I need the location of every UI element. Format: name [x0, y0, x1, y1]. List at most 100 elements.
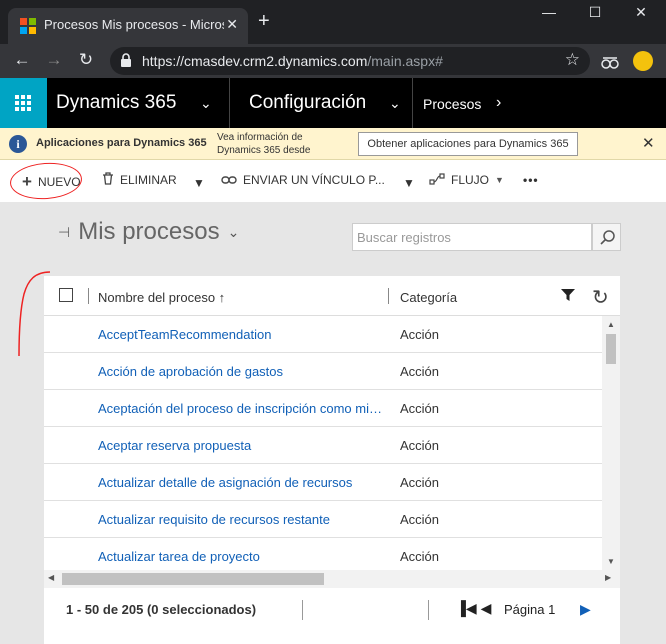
process-name-link[interactable]: Actualizar detalle de asignación de recu… — [98, 475, 388, 490]
delete-dropdown-caret-icon[interactable]: ▼ — [193, 176, 205, 190]
browser-tab[interactable]: Procesos Mis procesos - Microso ✕ — [8, 8, 248, 44]
main-content: ⊣ Mis procesos ⌄ Buscar registros Nombre… — [0, 202, 666, 644]
extension-icon[interactable] — [601, 52, 619, 75]
app-navigation-bar: Dynamics 365 ⌄ Configuración ⌄ Procesos … — [0, 78, 666, 128]
notification-bar: i Aplicaciones para Dynamics 365 Vea inf… — [0, 128, 666, 160]
column-header-name[interactable]: Nombre del proceso ↑ — [98, 290, 225, 305]
flow-button[interactable]: FLUJO ▼ — [429, 172, 504, 188]
footer-divider — [302, 600, 303, 620]
record-total: de 205 (0 seleccionados) — [102, 602, 257, 617]
pin-icon[interactable]: ⊣ — [58, 224, 70, 241]
search-icon — [600, 230, 615, 245]
table-row[interactable]: Aceptación del proceso de inscripción co… — [44, 390, 602, 427]
forward-arrow-icon[interactable]: → — [42, 50, 66, 70]
process-name-link[interactable]: Actualizar tarea de proyecto — [98, 549, 388, 564]
maximize-button[interactable]: ☐ — [580, 4, 610, 21]
flow-button-label: FLUJO — [451, 173, 490, 187]
process-category: Acción — [400, 549, 440, 564]
vertical-scrollbar[interactable]: ▲ ▼ — [602, 316, 620, 570]
process-category: Acción — [400, 475, 440, 490]
scroll-left-arrow-icon[interactable]: ◀ — [48, 573, 54, 582]
app-name[interactable]: Dynamics 365 — [56, 92, 176, 114]
view-chevron-down-icon: ⌄ — [227, 223, 240, 240]
window-close-button[interactable]: ✕ — [626, 4, 656, 21]
scroll-right-arrow-icon[interactable]: ▶ — [605, 573, 611, 582]
select-all-checkbox[interactable] — [59, 288, 73, 302]
breadcrumb-chevron-right-icon[interactable]: › — [496, 94, 501, 112]
nav-divider — [229, 78, 230, 128]
column-divider — [388, 288, 389, 304]
trash-icon — [102, 172, 114, 188]
url-path: /main.aspx# — [367, 53, 443, 69]
scrollbar-thumb[interactable] — [62, 573, 324, 585]
delete-button[interactable]: ELIMINAR — [102, 172, 177, 188]
refresh-icon[interactable]: ↻ — [592, 285, 609, 310]
search-input[interactable]: Buscar registros — [352, 223, 592, 251]
address-bar[interactable]: https://cmasdev.crm2.dynamics.com/main.a… — [110, 47, 590, 75]
red-annotation-stroke — [18, 271, 51, 357]
search-button[interactable] — [592, 223, 621, 251]
footer-divider — [428, 600, 429, 620]
table-row[interactable]: Actualizar requisito de recursos restant… — [44, 501, 602, 538]
notification-title: Aplicaciones para Dynamics 365 — [36, 137, 207, 149]
minimize-button[interactable]: — — [534, 4, 564, 20]
back-arrow-icon[interactable]: ← — [10, 50, 34, 70]
process-category: Acción — [400, 327, 440, 342]
filter-icon[interactable] — [560, 288, 576, 306]
grid-footer: 1 - 50 de 205 (0 seleccionados) ▐◀ ◀ Pág… — [44, 588, 620, 644]
get-apps-button[interactable]: Obtener aplicaciones para Dynamics 365 — [358, 132, 578, 156]
table-row[interactable]: Acción de aprobación de gastos Acción — [44, 353, 602, 390]
browser-toolbar: ← → ↻ https://cmasdev.crm2.dynamics.com/… — [0, 44, 666, 78]
horizontal-scrollbar[interactable]: ◀ ▶ — [44, 570, 620, 588]
process-name-link[interactable]: Aceptar reserva propuesta — [98, 438, 388, 453]
send-link-dropdown-caret-icon[interactable]: ▼ — [403, 176, 415, 190]
flow-icon — [429, 172, 445, 188]
link-icon — [221, 172, 237, 188]
tab-close-icon[interactable]: ✕ — [226, 16, 238, 33]
process-name-link[interactable]: Acción de aprobación de gastos — [98, 364, 388, 379]
reload-icon[interactable]: ↻ — [74, 50, 98, 70]
column-divider — [88, 288, 89, 304]
records-grid: Nombre del proceso ↑ Categoría ↻ AcceptT… — [44, 276, 620, 644]
view-title: Mis procesos — [78, 218, 220, 245]
area-name[interactable]: Configuración — [249, 92, 366, 114]
tab-title: Procesos Mis procesos - Microso — [44, 17, 224, 32]
scrollbar-thumb[interactable] — [606, 334, 616, 364]
profile-avatar[interactable] — [633, 51, 653, 71]
first-page-icon[interactable]: ▐◀ ◀ — [456, 600, 491, 617]
view-selector[interactable]: ⊣ Mis procesos ⌄ — [58, 218, 239, 246]
process-name-link[interactable]: AcceptTeamRecommendation — [98, 327, 388, 342]
bookmark-star-icon[interactable]: ☆ — [565, 50, 580, 70]
url-text: https://cmasdev.crm2.dynamics.com/main.a… — [142, 53, 443, 69]
process-name-link[interactable]: Aceptación del proceso de inscripción co… — [98, 401, 388, 416]
flow-dropdown-caret-icon: ▼ — [495, 175, 504, 185]
process-category: Acción — [400, 438, 440, 453]
table-row[interactable]: Aceptar reserva propuesta Acción — [44, 427, 602, 464]
lock-icon — [120, 53, 132, 67]
process-category: Acción — [400, 364, 440, 379]
new-tab-button[interactable]: + — [258, 10, 270, 33]
process-name-link[interactable]: Actualizar requisito de recursos restant… — [98, 512, 388, 527]
app-menu-chevron-down-icon[interactable]: ⌄ — [200, 95, 212, 112]
page-indicator: Página 1 — [504, 602, 556, 617]
area-menu-chevron-down-icon[interactable]: ⌄ — [389, 95, 401, 112]
scroll-up-arrow-icon[interactable]: ▲ — [607, 320, 615, 329]
scroll-down-arrow-icon[interactable]: ▼ — [607, 557, 615, 566]
breadcrumb-procesos[interactable]: Procesos — [423, 96, 481, 112]
app-launcher-waffle-icon[interactable] — [0, 78, 47, 128]
command-bar: + NUEVO ELIMINAR ▼ ENVIAR UN VÍNCULO P..… — [0, 160, 666, 202]
send-link-button[interactable]: ENVIAR UN VÍNCULO P... — [221, 172, 385, 188]
delete-button-label: ELIMINAR — [120, 173, 177, 187]
microsoft-logo-icon — [20, 18, 36, 34]
table-row[interactable]: Actualizar tarea de proyecto Acción — [44, 538, 602, 570]
record-count: 1 - 50 de 205 (0 seleccionados) — [66, 602, 256, 617]
table-row[interactable]: Actualizar detalle de asignación de recu… — [44, 464, 602, 501]
browser-tab-strip: Procesos Mis procesos - Microso ✕ + — ☐ … — [0, 0, 666, 44]
table-row[interactable]: AcceptTeamRecommendation Acción — [44, 316, 602, 353]
more-commands-button[interactable]: ••• — [523, 173, 539, 187]
info-icon: i — [9, 135, 27, 153]
notification-close-icon[interactable]: ✕ — [642, 134, 655, 152]
column-header-category[interactable]: Categoría — [400, 290, 457, 305]
next-page-icon[interactable]: ▶ — [580, 601, 591, 618]
process-category: Acción — [400, 512, 440, 527]
